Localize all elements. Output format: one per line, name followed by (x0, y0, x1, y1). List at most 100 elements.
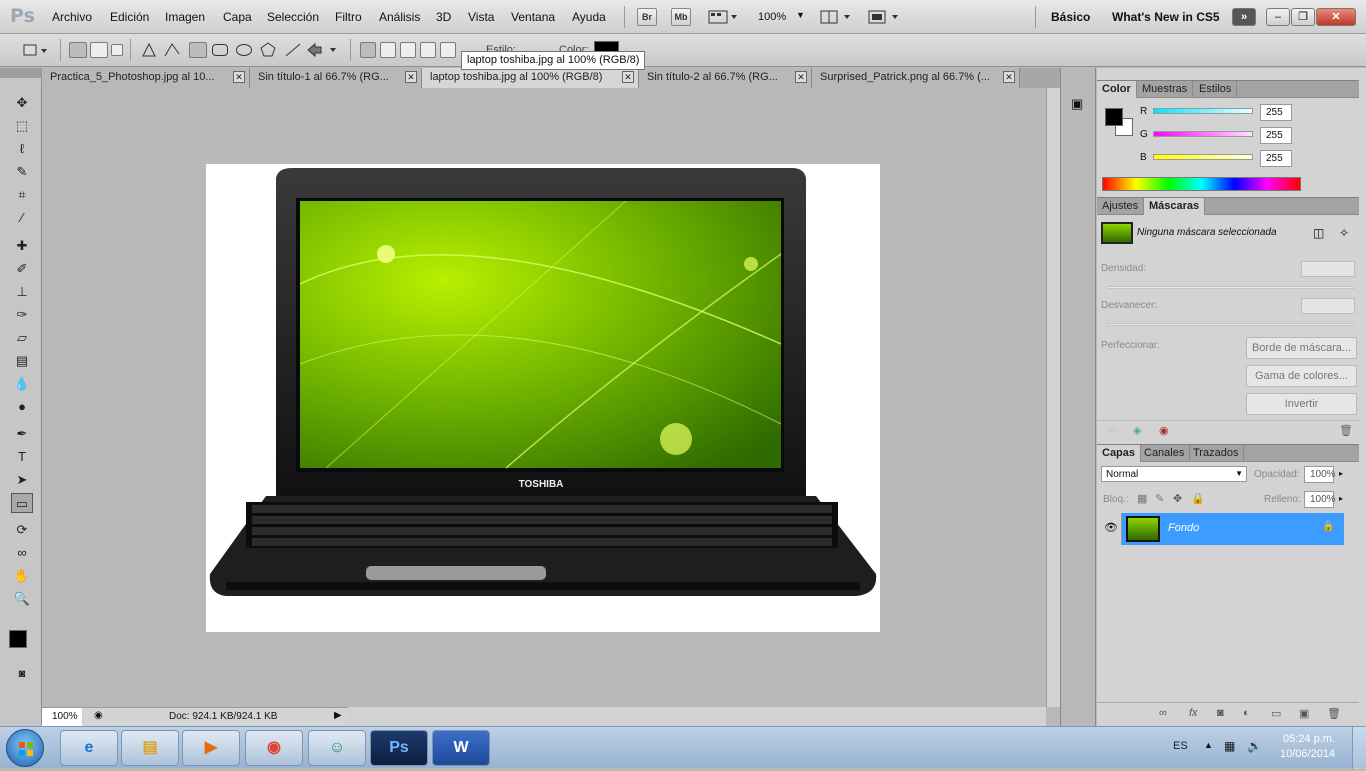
channel-b-value[interactable]: 255 (1260, 150, 1292, 167)
document-image[interactable]: TOSHIBA (206, 164, 880, 632)
channel-r-value[interactable]: 255 (1260, 104, 1292, 121)
canvas-area[interactable]: TOSHIBA (42, 88, 1046, 707)
density-input[interactable] (1301, 261, 1355, 277)
tab-color[interactable]: Color (1097, 81, 1137, 98)
gradient-tool-icon[interactable]: ▤ (11, 351, 33, 371)
lasso-tool-icon[interactable]: ℓ (11, 139, 33, 159)
explorer-icon[interactable]: ▤ (121, 730, 179, 766)
media-icon[interactable]: ▶ (182, 730, 240, 766)
polygon-option[interactable] (259, 42, 277, 61)
history-panel-icon[interactable]: ▣ (1071, 96, 1087, 114)
opacity-arrow-icon[interactable]: ▸ (1339, 469, 1343, 478)
link-layers-icon[interactable]: ∞ (1159, 707, 1167, 719)
clock-date[interactable]: 10/06/2014 (1280, 748, 1335, 760)
tab-trazados[interactable]: Trazados (1188, 445, 1245, 462)
horizontal-scrollbar[interactable] (348, 707, 1046, 726)
healing-brush-tool-icon[interactable]: ✚ (11, 236, 33, 256)
feather-slider[interactable] (1107, 323, 1355, 326)
new-layer-icon[interactable]: ▣ (1299, 707, 1309, 720)
3d-rotate-tool-icon[interactable]: ⟳ (11, 520, 33, 540)
lock-pixels-icon[interactable]: ✎ (1155, 492, 1164, 505)
language-indicator[interactable]: ES (1173, 740, 1188, 752)
status-info-icon[interactable]: ◉ (94, 710, 103, 721)
close-icon[interactable]: ✕ (405, 71, 417, 83)
mask-edge-button[interactable]: Borde de máscara... (1246, 337, 1357, 359)
tab-canales[interactable]: Canales (1139, 445, 1191, 462)
messenger-icon[interactable]: ☺ (308, 730, 366, 766)
shape-layers-button[interactable] (69, 42, 87, 58)
menu-ayuda[interactable]: Ayuda (572, 10, 606, 24)
opacity-value[interactable]: 100% (1304, 466, 1336, 483)
intersect-shape-mode[interactable] (420, 42, 436, 58)
ellipse-option[interactable] (236, 44, 252, 56)
status-zoom[interactable]: 100% (42, 708, 82, 726)
line-option[interactable] (284, 42, 302, 61)
tab-estilos[interactable]: Estilos (1194, 81, 1238, 98)
blend-mode-select[interactable]: Normal ▼ (1101, 466, 1247, 482)
channel-g-slider[interactable] (1153, 131, 1253, 137)
vertical-scrollbar[interactable] (1046, 88, 1060, 707)
type-tool-icon[interactable]: T (11, 447, 33, 467)
workspace-whats-new[interactable]: What's New in CS5 (1112, 10, 1220, 24)
menu-3d[interactable]: 3D (436, 10, 451, 24)
tab-surprised-patrick[interactable]: Surprised_Patrick.png al 66.7% (... ✕ (812, 68, 1020, 88)
new-group-icon[interactable]: ▭ (1271, 707, 1281, 720)
tools-panel-header[interactable] (0, 68, 42, 78)
mini-bridge-button[interactable]: Mb (671, 8, 691, 26)
brush-tool-icon[interactable]: ✐ (11, 259, 33, 279)
menu-imagen[interactable]: Imagen (165, 10, 205, 24)
new-shape-layer-mode[interactable] (360, 42, 376, 58)
add-mask-icon[interactable]: ◙ (1217, 707, 1224, 719)
zoom-level[interactable]: 100% (758, 11, 786, 23)
menu-ventana[interactable]: Ventana (511, 10, 555, 24)
tab-practica-5[interactable]: Practica_5_Photoshop.jpg al 10... ✕ (42, 68, 250, 88)
menu-analisis[interactable]: Análisis (379, 10, 420, 24)
show-desktop-button[interactable] (1352, 727, 1366, 769)
menu-edicion[interactable]: Edición (110, 10, 149, 24)
hand-tool-icon[interactable]: ✋ (11, 566, 33, 586)
foreground-color-swatch[interactable] (9, 630, 27, 648)
clock-time[interactable]: 05:24 p.m. (1283, 733, 1335, 745)
tab-laptop-toshiba[interactable]: laptop toshiba.jpg al 100% (RGB/8) ✕ (422, 68, 639, 88)
menu-capa[interactable]: Capa (223, 10, 252, 24)
layer-name[interactable]: Fondo (1168, 522, 1199, 534)
lock-position-icon[interactable]: ✥ (1173, 492, 1182, 505)
paths-button[interactable] (90, 42, 108, 58)
start-button[interactable] (6, 729, 44, 767)
quick-mask-icon[interactable]: ◙ (11, 664, 33, 684)
chevron-down-icon[interactable]: ▼ (796, 10, 805, 20)
fill-value[interactable]: 100% (1304, 491, 1336, 508)
volume-icon[interactable]: 🔊 (1247, 739, 1262, 753)
chrome-icon[interactable]: ◉ (245, 730, 303, 766)
invert-button[interactable]: Invertir (1246, 393, 1357, 415)
more-workspaces-button[interactable]: » (1232, 8, 1256, 26)
workspace-basico[interactable]: Básico (1051, 10, 1090, 24)
visibility-eye-icon[interactable]: 👁 (1100, 513, 1122, 545)
panel-foreground-swatch[interactable] (1105, 108, 1123, 126)
quick-selection-tool-icon[interactable]: ✎ (11, 162, 33, 182)
history-brush-tool-icon[interactable]: ✑ (11, 305, 33, 325)
subtract-shape-mode[interactable] (400, 42, 416, 58)
dodge-tool-icon[interactable]: ● (11, 397, 33, 417)
tab-sin-titulo-1[interactable]: Sin título-1 al 66.7% (RG... ✕ (250, 68, 422, 88)
tab-mascaras[interactable]: Máscaras (1144, 198, 1206, 215)
ie-icon[interactable]: e (60, 730, 118, 766)
rounded-rectangle-option[interactable] (212, 44, 228, 56)
lock-transparent-icon[interactable]: ▦ (1137, 492, 1147, 505)
menu-seleccion[interactable]: Selección (267, 10, 319, 24)
tab-ajustes[interactable]: Ajustes (1097, 198, 1145, 215)
tab-muestras[interactable]: Muestras (1137, 81, 1194, 98)
delete-layer-icon[interactable]: 🗑 (1327, 707, 1341, 720)
layer-style-icon[interactable]: fx (1189, 707, 1198, 719)
clone-stamp-tool-icon[interactable]: ⊥ (11, 282, 33, 302)
feather-input[interactable] (1301, 298, 1355, 314)
custom-shape-option[interactable] (306, 42, 340, 61)
color-range-button[interactable]: Gama de colores... (1246, 365, 1357, 387)
screen-mode-button[interactable] (868, 9, 900, 25)
pen-tool-icon[interactable]: ✒ (11, 424, 33, 444)
close-icon[interactable]: ✕ (1003, 71, 1015, 83)
apply-mask-icon[interactable]: ◈ (1133, 424, 1141, 437)
arrange-documents-button[interactable] (820, 9, 852, 25)
marquee-tool-icon[interactable]: ⬚ (11, 116, 33, 136)
fill-pixels-button[interactable] (111, 44, 123, 56)
